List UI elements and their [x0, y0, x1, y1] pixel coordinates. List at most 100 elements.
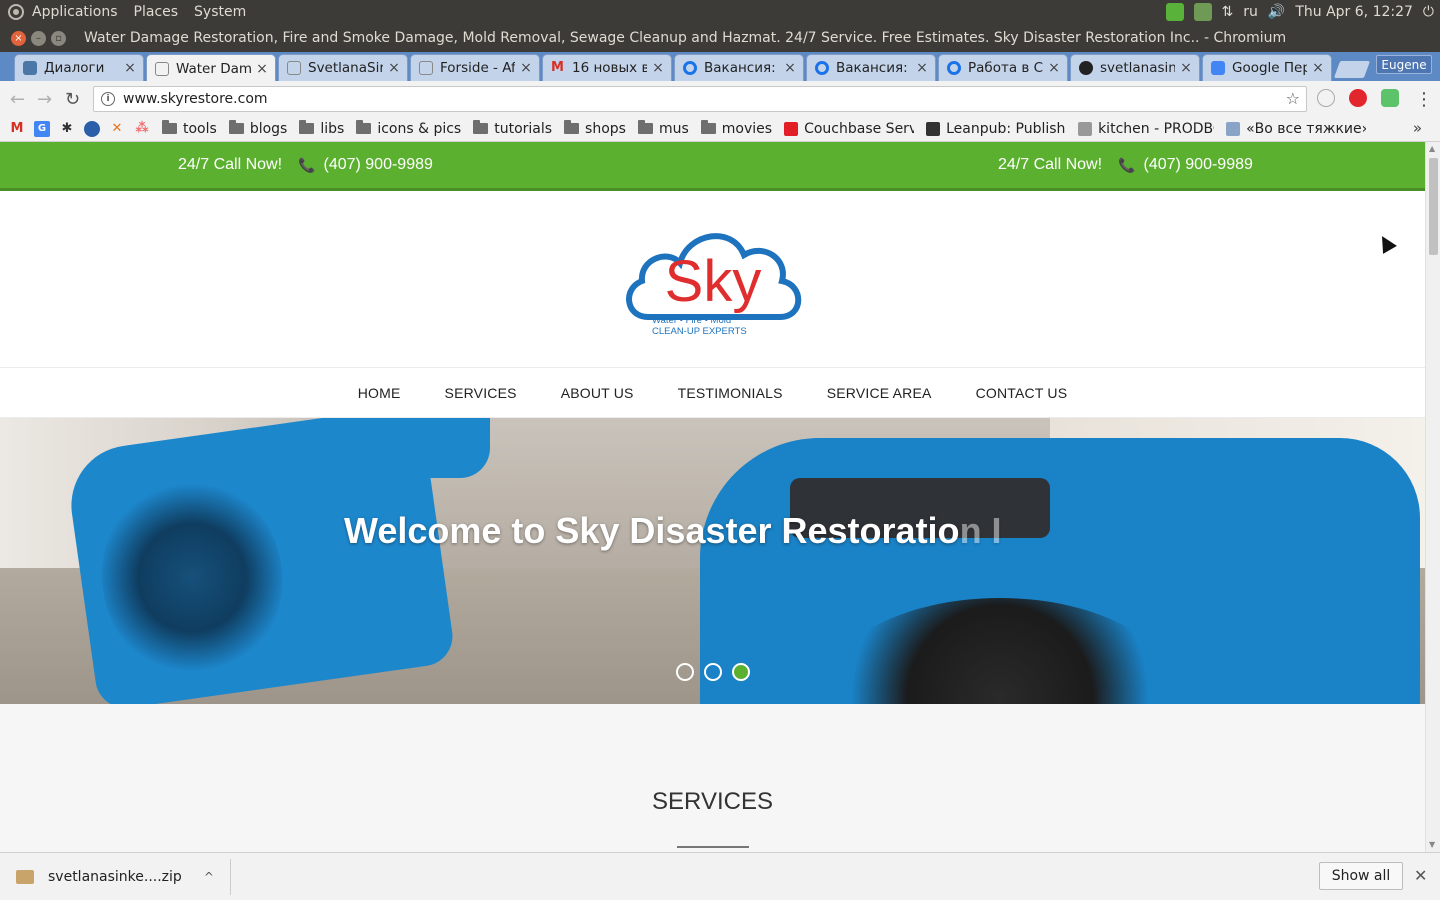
window-maximize-icon[interactable]: ▫ [51, 30, 66, 46]
phone-number-link[interactable]: (407) 900-9989 [323, 156, 432, 174]
page-viewport: 24/7 Call Now! 📞 (407) 900-9989 24/7 Cal… [0, 142, 1425, 852]
volume-icon[interactable]: 🔊 [1268, 4, 1285, 20]
close-icon[interactable]: × [915, 60, 929, 76]
gmail-bookmark-icon[interactable]: M [9, 121, 25, 137]
bookmark-leanpub[interactable]: Leanpub: Publish E [926, 121, 1066, 137]
nav-testimonials[interactable]: TESTIMONIALS [678, 385, 783, 401]
chevron-up-icon[interactable]: ^ [204, 870, 214, 884]
clock[interactable]: Thu Apr 6, 12:27 [1295, 4, 1413, 20]
bookmark-kitchen[interactable]: kitchen - PRODBO [1078, 121, 1214, 137]
close-icon[interactable]: × [1179, 60, 1193, 76]
tab-water-damage[interactable]: Water Dam × [146, 54, 276, 82]
air-mover-left-image [63, 418, 457, 704]
bug-bookmark-icon[interactable]: ✱ [59, 121, 75, 137]
slider-dot-3[interactable] [732, 663, 750, 681]
tab-vacancy-2[interactable]: Вакансия: × [806, 54, 936, 81]
tab-strip: Диалоги × Water Dam × SvetlanaSir × Fors… [0, 52, 1440, 82]
close-icon[interactable]: × [387, 60, 401, 76]
reload-icon[interactable]: ↻ [65, 89, 80, 110]
ubuntu-logo-icon[interactable] [8, 4, 24, 20]
fan-grill [820, 598, 1180, 704]
couchbase-icon [784, 121, 799, 136]
h-icon [1226, 121, 1241, 136]
bookmark-breaking-bad[interactable]: «Во все тяжкие» [1226, 121, 1366, 137]
bookmark-couchbase[interactable]: Couchbase Server [784, 121, 914, 137]
bookmarks-overflow-icon[interactable]: » [1413, 119, 1422, 137]
nav-contact-us[interactable]: CONTACT US [976, 385, 1068, 401]
bookmark-folder-tools[interactable]: tools [162, 120, 217, 137]
translate-bookmark-icon[interactable]: G [34, 120, 50, 137]
asana-bookmark-icon[interactable]: ⁂ [134, 121, 150, 137]
nav-about-us[interactable]: ABOUT US [561, 385, 634, 401]
profile-button[interactable]: Eugene [1376, 55, 1432, 74]
tab-jobs[interactable]: Работа в С × [938, 54, 1068, 81]
tab-dialogs[interactable]: Диалоги × [14, 54, 144, 81]
nav-home[interactable]: HOME [358, 385, 401, 401]
address-bar[interactable]: i www.skyrestore.com ☆ [93, 86, 1307, 112]
tab-github[interactable]: svetlanasin × [1070, 54, 1200, 81]
tab-forside[interactable]: Forside - Af × [410, 54, 540, 81]
bookmark-folder-icons-pics[interactable]: icons & pics [356, 120, 461, 137]
close-icon[interactable]: × [651, 60, 665, 76]
close-icon[interactable]: × [1311, 60, 1325, 76]
forward-arrow-icon[interactable]: → [37, 89, 52, 110]
power-icon[interactable]: ⏻ [1423, 4, 1434, 20]
site-header: Sky Water • Fire • Mold CLEAN-UP EXPERTS [0, 191, 1425, 367]
site-info-icon[interactable]: i [101, 92, 115, 106]
bookmark-folder-movies[interactable]: movies [700, 120, 772, 137]
phone-number-link[interactable]: (407) 900-9989 [1143, 156, 1252, 174]
network-arrows-icon[interactable]: ⇅ [1222, 4, 1234, 20]
bookmark-folder-libs[interactable]: libs [299, 120, 344, 137]
back-arrow-icon[interactable]: ← [10, 89, 25, 110]
close-icon[interactable]: × [123, 60, 137, 76]
close-icon[interactable]: × [1047, 60, 1061, 76]
close-icon[interactable]: ✕ [1414, 866, 1427, 885]
opera-vpn-icon[interactable] [1349, 89, 1367, 107]
site-main-nav: HOME SERVICES ABOUT US TESTIMONIALS SERV… [0, 367, 1425, 418]
new-tab-button[interactable] [1333, 61, 1371, 78]
bookmark-folder-blogs[interactable]: blogs [228, 120, 287, 137]
keyboard-layout-indicator[interactable]: ru [1243, 4, 1258, 20]
update-check-icon[interactable] [1165, 3, 1184, 21]
sky-logo[interactable]: Sky Water • Fire • Mold CLEAN-UP EXPERTS [620, 219, 806, 341]
tab-gmail[interactable]: M 16 новых в × [542, 54, 672, 81]
phone-icon: 📞 [1118, 156, 1136, 173]
circle-bookmark-icon[interactable] [84, 120, 100, 137]
phone-icon: 📞 [298, 156, 316, 173]
download-item[interactable]: svetlanasinke....zip ^ [16, 863, 214, 891]
window-close-icon[interactable]: × [11, 30, 26, 46]
security-shield-icon[interactable] [1193, 3, 1212, 21]
tab-svetlana[interactable]: SvetlanaSir × [278, 54, 408, 81]
menu-applications[interactable]: Applications [32, 4, 118, 20]
bookmark-folder-tutorials[interactable]: tutorials [473, 120, 552, 137]
extension-icon[interactable] [1317, 89, 1335, 107]
nav-service-area[interactable]: SERVICE AREA [827, 385, 932, 401]
tab-google-translate[interactable]: Google Пер × [1202, 54, 1332, 81]
extension-green-icon[interactable] [1381, 89, 1399, 107]
slider-dot-2[interactable] [704, 663, 722, 681]
nav-services[interactable]: SERVICES [445, 385, 517, 401]
window-minimize-icon[interactable]: – [31, 30, 46, 46]
url-text[interactable]: www.skyrestore.com [123, 91, 268, 107]
close-icon[interactable]: × [519, 60, 533, 76]
close-icon[interactable]: × [255, 61, 269, 77]
site-top-bar: 24/7 Call Now! 📞 (407) 900-9989 24/7 Cal… [0, 142, 1425, 191]
page-scrollbar[interactable]: ▲ ▼ [1425, 142, 1440, 852]
download-filename[interactable]: svetlanasinke....zip [48, 869, 182, 885]
scroll-down-icon[interactable]: ▼ [1429, 840, 1435, 849]
scrollbar-thumb[interactable] [1429, 158, 1438, 255]
show-all-button[interactable]: Show all [1319, 862, 1403, 890]
tab-vacancy-1[interactable]: Вакансия: × [674, 54, 804, 81]
bookmark-star-icon[interactable]: ☆ [1286, 89, 1300, 108]
slider-dot-1[interactable] [676, 663, 694, 681]
bookmark-folder-shops[interactable]: shops [564, 120, 626, 137]
x-bookmark-icon[interactable]: ✕ [109, 121, 125, 137]
menu-places[interactable]: Places [134, 4, 179, 20]
call-now-label: 24/7 Call Now! [178, 156, 283, 173]
bookmark-folder-mus[interactable]: mus [637, 120, 689, 137]
scroll-up-icon[interactable]: ▲ [1429, 144, 1435, 153]
menu-system[interactable]: System [194, 4, 246, 20]
call-now-label: 24/7 Call Now! [998, 156, 1103, 173]
close-icon[interactable]: × [783, 60, 797, 76]
menu-kebab-icon[interactable]: ⋮ [1415, 89, 1433, 110]
